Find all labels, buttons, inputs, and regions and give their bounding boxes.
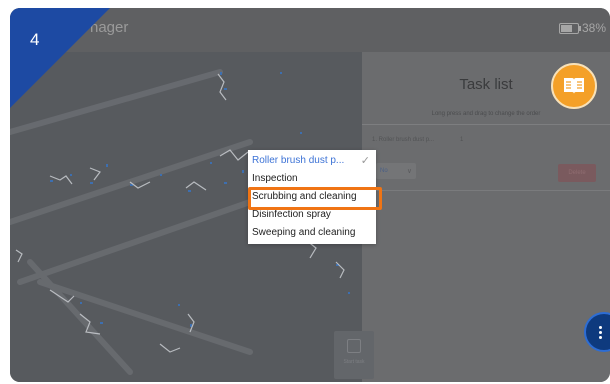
reorder-hint: Long press and drag to change the order [431, 111, 541, 117]
step-number: 4 [30, 30, 40, 49]
step-badge [10, 8, 110, 108]
battery-icon [558, 22, 581, 34]
mode-select-value: No [380, 168, 388, 174]
task-item-label[interactable]: 1. Roller brush dust p... [372, 137, 434, 143]
book-button[interactable] [551, 63, 597, 109]
dropdown-option-roller-brush[interactable]: Roller brush dust p... ✓ [248, 152, 376, 170]
task-count: 1 [460, 137, 464, 143]
start-task-icon [347, 339, 361, 353]
mode-select[interactable]: No ∨ [376, 163, 416, 179]
delete-button[interactable]: Delete [558, 164, 596, 182]
option-label: Roller brush dust p... [252, 155, 345, 166]
dropdown-option-sweeping[interactable]: Sweeping and cleaning [248, 224, 376, 242]
battery-percent: 38% [581, 21, 606, 35]
battery-indicator: 38% [558, 21, 606, 35]
dropdown-option-inspection[interactable]: Inspection [248, 170, 376, 188]
start-task-label: Start task [343, 359, 365, 365]
start-task-button[interactable]: Start task [334, 331, 374, 379]
check-icon: ✓ [360, 155, 370, 167]
divider [362, 124, 610, 125]
book-icon [564, 78, 584, 94]
menu-icon [599, 326, 602, 341]
highlight-box [248, 187, 382, 210]
divider [362, 190, 610, 191]
chevron-down-icon: ∨ [406, 168, 412, 175]
